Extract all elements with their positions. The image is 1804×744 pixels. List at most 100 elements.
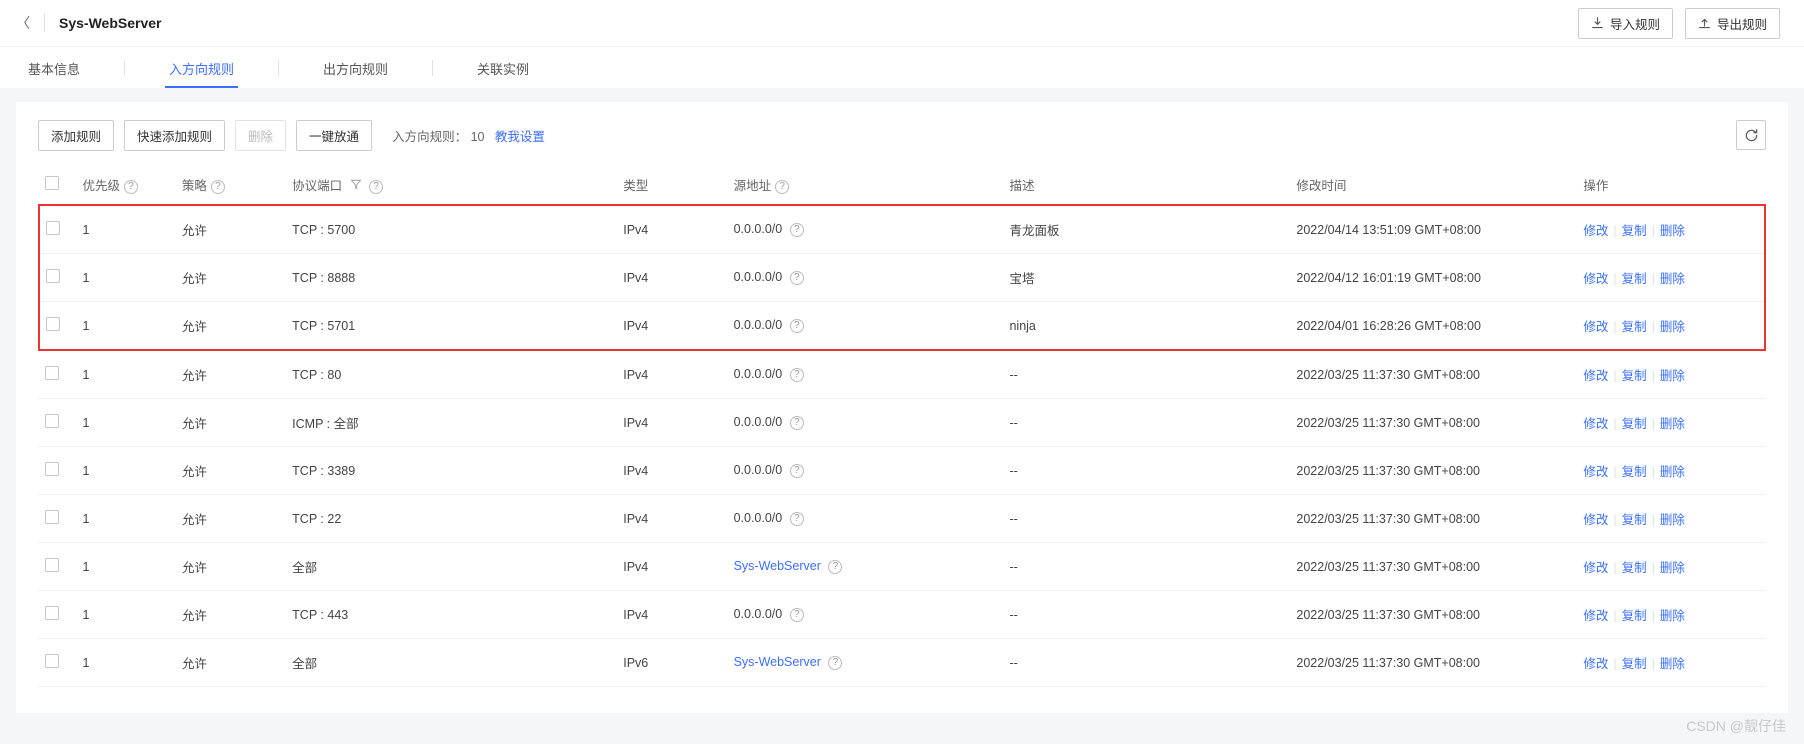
cell-source: 0.0.0.0/0 ? [728,205,1004,254]
help-icon[interactable]: ? [790,368,804,382]
modify-link[interactable]: 修改 [1583,320,1608,334]
help-icon[interactable]: ? [790,512,804,526]
topbar-left: 〈 Sys-WebServer [16,13,161,33]
cell-priority: 1 [77,399,176,447]
delete-link[interactable]: 删除 [1660,657,1685,671]
quick-add-button[interactable]: 快速添加规则 [124,120,225,151]
row-checkbox[interactable] [45,654,59,668]
cell-protocol: TCP : 22 [286,495,617,543]
cell-type: IPv4 [617,591,727,639]
row-checkbox[interactable] [45,366,59,380]
cell-type: IPv4 [617,254,727,302]
cell-time: 2022/03/25 11:37:30 GMT+08:00 [1290,447,1577,495]
copy-link[interactable]: 复制 [1622,465,1647,479]
cell-policy: 允许 [176,350,286,399]
help-icon[interactable]: ? [828,560,842,574]
row-checkbox[interactable] [46,221,60,235]
row-checkbox[interactable] [45,414,59,428]
cell-policy: 允许 [176,591,286,639]
modify-link[interactable]: 修改 [1583,513,1608,527]
delete-link[interactable]: 删除 [1660,417,1685,431]
delete-link[interactable]: 删除 [1660,465,1685,479]
cell-type: IPv4 [617,543,727,591]
import-rules-button[interactable]: 导入规则 [1578,8,1673,39]
source-text: 0.0.0.0/0 [734,463,783,477]
back-button[interactable]: 〈 [16,13,30,33]
row-checkbox[interactable] [45,462,59,476]
table-row: 1允许TCP : 5700IPv40.0.0.0/0 ?青龙面板2022/04/… [39,205,1765,254]
one-click-button[interactable]: 一键放通 [296,120,372,151]
row-checkbox[interactable] [45,606,59,620]
delete-link[interactable]: 删除 [1660,513,1685,527]
tab-divider [124,60,125,76]
modify-link[interactable]: 修改 [1583,609,1608,623]
cell-type: IPv4 [617,205,727,254]
help-icon[interactable]: ? [790,416,804,430]
copy-link[interactable]: 复制 [1622,513,1647,527]
main: 添加规则 快速添加规则 删除 一键放通 入方向规则： 10 教我设置 优先级? [0,88,1804,737]
copy-link[interactable]: 复制 [1622,417,1647,431]
cell-time: 2022/03/25 11:37:30 GMT+08:00 [1290,350,1577,399]
tab-0[interactable]: 基本信息 [24,49,84,88]
help-link[interactable]: 教我设置 [495,130,545,144]
tab-3[interactable]: 关联实例 [473,49,533,88]
delete-link[interactable]: 删除 [1660,272,1685,286]
modify-link[interactable]: 修改 [1583,369,1608,383]
rules-table: 优先级? 策略? 协议端口 ? 类型 源地址? 描述 修改时间 操作 1允许TC… [38,165,1766,687]
cell-type: IPv4 [617,350,727,399]
help-icon[interactable]: ? [369,180,383,194]
refresh-button[interactable] [1736,120,1766,150]
help-icon[interactable]: ? [790,608,804,622]
source-link[interactable]: Sys-WebServer [734,559,821,573]
copy-link[interactable]: 复制 [1622,272,1647,286]
copy-link[interactable]: 复制 [1622,561,1647,575]
help-icon[interactable]: ? [211,180,225,194]
help-icon[interactable]: ? [790,319,804,333]
delete-link[interactable]: 删除 [1660,369,1685,383]
cell-source: Sys-WebServer ? [728,639,1004,687]
help-icon[interactable]: ? [790,271,804,285]
table-row: 1允许TCP : 5701IPv40.0.0.0/0 ?ninja2022/04… [39,302,1765,351]
row-checkbox[interactable] [45,510,59,524]
modify-link[interactable]: 修改 [1583,561,1608,575]
copy-link[interactable]: 复制 [1622,657,1647,671]
modify-link[interactable]: 修改 [1583,465,1608,479]
filter-icon[interactable] [350,178,362,190]
modify-link[interactable]: 修改 [1583,417,1608,431]
copy-link[interactable]: 复制 [1622,609,1647,623]
cell-actions: 修改|复制|删除 [1577,254,1765,302]
help-icon[interactable]: ? [124,180,138,194]
cell-protocol: ICMP : 全部 [286,399,617,447]
cell-type: IPv4 [617,399,727,447]
cell-source: 0.0.0.0/0 ? [728,495,1004,543]
row-checkbox[interactable] [46,269,60,283]
help-icon[interactable]: ? [828,656,842,670]
select-all-checkbox[interactable] [45,176,59,190]
export-icon [1698,17,1711,30]
tab-2[interactable]: 出方向规则 [319,49,392,88]
add-rule-button[interactable]: 添加规则 [38,120,114,151]
row-checkbox[interactable] [45,558,59,572]
help-icon[interactable]: ? [790,223,804,237]
cell-policy: 允许 [176,543,286,591]
export-rules-button[interactable]: 导出规则 [1685,8,1780,39]
source-link[interactable]: Sys-WebServer [734,655,821,669]
help-icon[interactable]: ? [790,464,804,478]
modify-link[interactable]: 修改 [1583,224,1608,238]
delete-link[interactable]: 删除 [1660,320,1685,334]
modify-link[interactable]: 修改 [1583,657,1608,671]
copy-link[interactable]: 复制 [1622,369,1647,383]
row-checkbox[interactable] [46,317,60,331]
modify-link[interactable]: 修改 [1583,272,1608,286]
copy-link[interactable]: 复制 [1622,224,1647,238]
copy-link[interactable]: 复制 [1622,320,1647,334]
cell-policy: 允许 [176,447,286,495]
source-text: 0.0.0.0/0 [734,607,783,621]
tab-1[interactable]: 入方向规则 [165,49,238,88]
delete-link[interactable]: 删除 [1660,609,1685,623]
cell-time: 2022/03/25 11:37:30 GMT+08:00 [1290,639,1577,687]
help-icon[interactable]: ? [775,180,789,194]
delete-link[interactable]: 删除 [1660,561,1685,575]
source-text: 0.0.0.0/0 [734,511,783,525]
delete-link[interactable]: 删除 [1660,224,1685,238]
